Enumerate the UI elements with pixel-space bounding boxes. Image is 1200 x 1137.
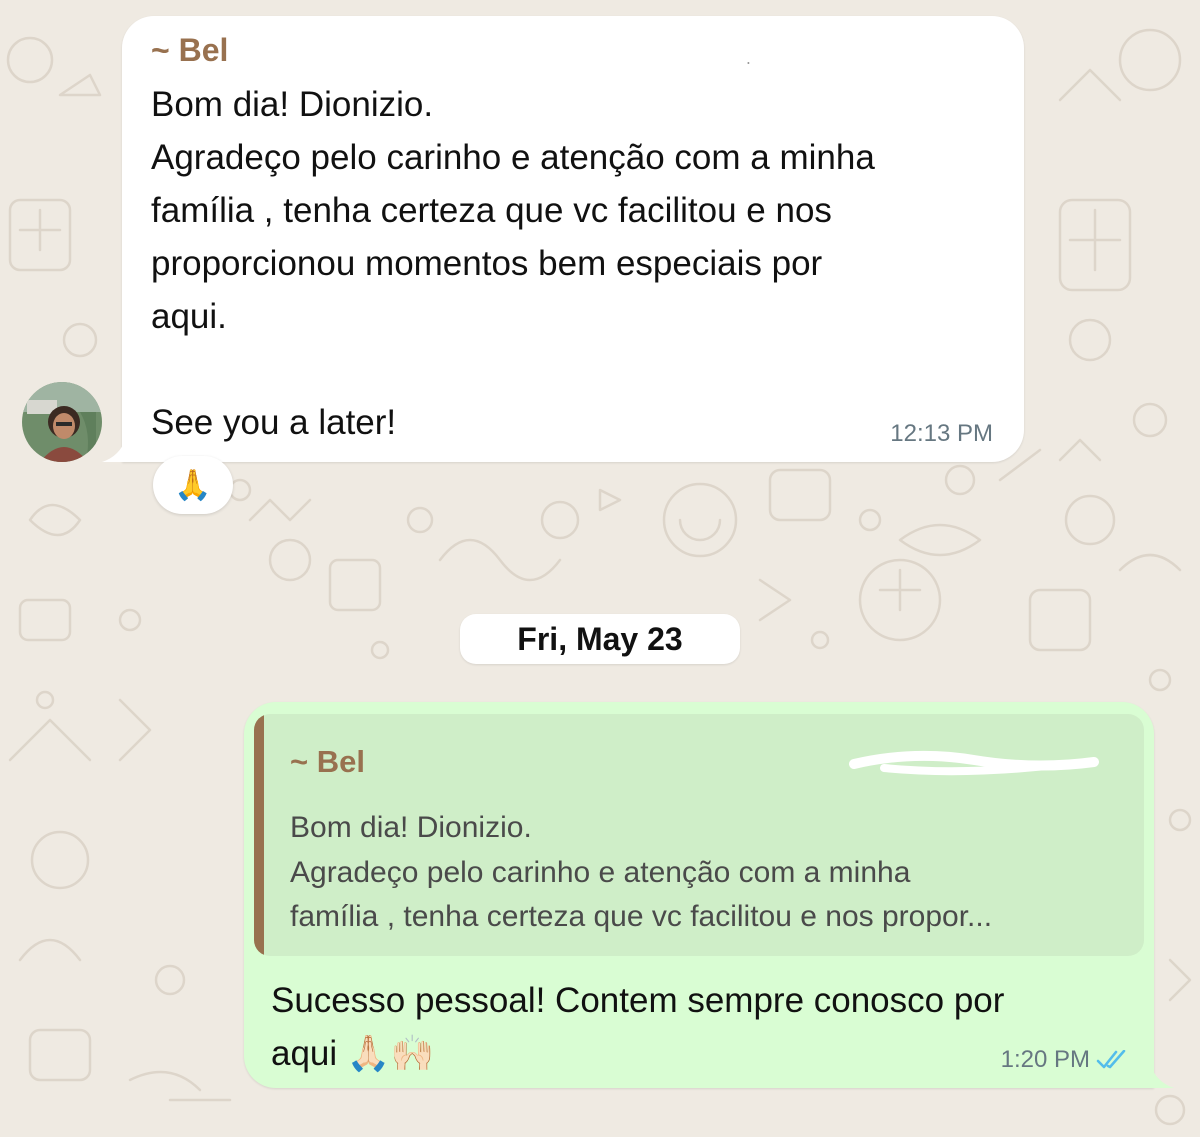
quoted-line: Agradeço pelo carinho e atenção com a mi… [290, 855, 911, 889]
quoted-line: família , tenha certeza que vc facilitou… [290, 900, 993, 933]
message-timestamp: 12:13 PM [890, 420, 993, 447]
incoming-message-bubble[interactable]: ~ Bel +── ────── ──── Bom dia! Dionizio.… [102, 16, 1024, 462]
message-line: aqui. [151, 297, 227, 336]
message-meta: 1:20 PM [1001, 1046, 1128, 1074]
quoted-message[interactable]: ~ Bel Bom dia! Dionizio. Agradeço pelo c… [254, 714, 1144, 956]
reaction-badge[interactable]: 🙏 [153, 456, 233, 514]
message-line: proporcionou momentos bem especiais por [151, 244, 823, 283]
quoted-line: Bom dia! Dionizio. [290, 811, 532, 844]
double-check-icon [1096, 1050, 1126, 1069]
phone-redaction [742, 46, 992, 62]
message-line: Sucesso pessoal! Contem sempre conosco p… [271, 981, 1005, 1020]
quoted-sender-name: ~ Bel [290, 744, 365, 779]
bubble-tail [1150, 1064, 1174, 1088]
quote-accent-bar [254, 714, 264, 956]
sender-phone-number: +── ────── ──── [742, 46, 992, 68]
message-line: Agradeço pelo carinho e atenção com a mi… [151, 138, 875, 177]
avatar[interactable] [22, 382, 102, 462]
quoted-text: Bom dia! Dionizio. Agradeço pelo carinho… [290, 806, 1130, 940]
message-line: See you a later! [151, 403, 397, 442]
message-line: família , tenha certeza que vc facilitou… [151, 191, 832, 230]
message-blank-line [151, 343, 1006, 396]
avatar-photo [22, 382, 102, 462]
quoted-phone-redaction [849, 750, 1099, 776]
date-separator: Fri, May 23 [460, 614, 740, 664]
bubble-tail [102, 438, 126, 462]
reaction-emoji: 🙏 [174, 468, 212, 502]
message-line: Bom dia! Dionizio. [151, 85, 434, 124]
sender-name[interactable]: ~ Bel [151, 32, 228, 69]
message-text: Bom dia! Dionizio. Agradeço pelo carinho… [151, 78, 1006, 449]
outgoing-message-bubble[interactable]: ~ Bel Bom dia! Dionizio. Agradeço pelo c… [244, 702, 1174, 1088]
message-timestamp: 1:20 PM [1000, 1046, 1090, 1073]
